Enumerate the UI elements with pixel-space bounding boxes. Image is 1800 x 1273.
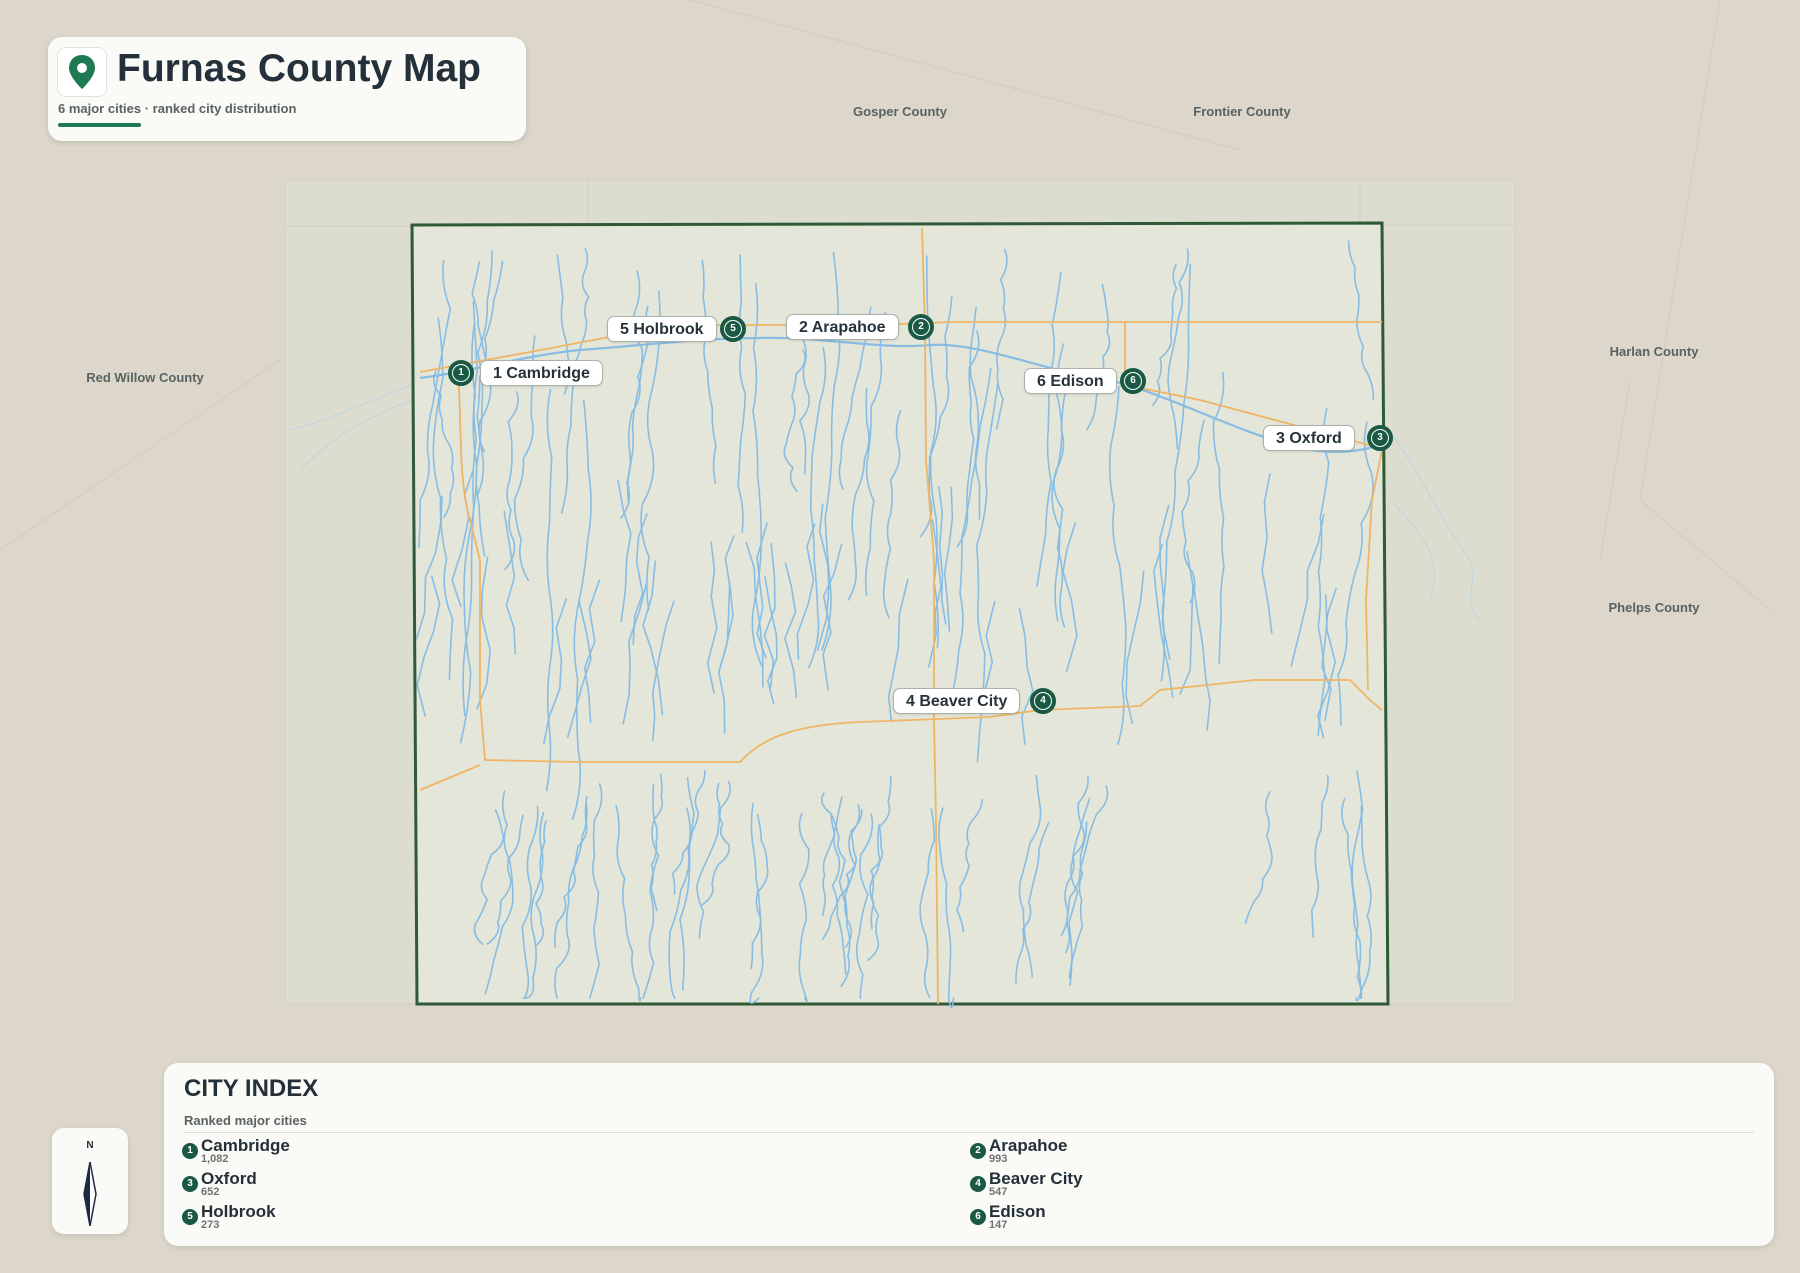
pin-icon-box: [57, 47, 107, 97]
neighbor-label-red-willow: Red Willow County: [86, 370, 204, 385]
city-label-beaver-city[interactable]: 4 Beaver City: [893, 688, 1021, 714]
city-marker-rank: 5: [724, 320, 742, 338]
city-marker-oxford[interactable]: 3: [1367, 425, 1393, 451]
index-rank-badge: 2: [970, 1143, 986, 1159]
city-marker-beaver-city[interactable]: 4: [1030, 688, 1056, 714]
city-marker-rank: 2: [912, 318, 930, 336]
city-label-cambridge[interactable]: 1 Cambridge: [480, 360, 603, 386]
city-marker-rank: 3: [1371, 429, 1389, 447]
neighbor-label-frontier: Frontier County: [1193, 104, 1291, 119]
city-marker-rank: 1: [452, 364, 470, 382]
neighbor-label-phelps: Phelps County: [1608, 600, 1700, 615]
city-marker-rank: 6: [1124, 372, 1142, 390]
index-rank-badge: 1: [182, 1143, 198, 1159]
compass-north-label: N: [86, 1140, 94, 1151]
city-marker-arapahoe[interactable]: 2: [908, 314, 934, 340]
city-index-title: CITY INDEX: [184, 1075, 319, 1102]
index-city-population: 1,082: [201, 1153, 229, 1165]
city-label-holbrook[interactable]: 5 Holbrook: [607, 316, 717, 342]
page-title: Furnas County Map: [117, 47, 482, 90]
city-label-oxford[interactable]: 3 Oxford: [1263, 425, 1355, 451]
city-label-edison[interactable]: 6 Edison: [1024, 368, 1117, 394]
north-arrow: N: [52, 1128, 128, 1234]
index-city-population: 547: [989, 1186, 1008, 1198]
title-underline: [58, 123, 141, 127]
index-city-population: 652: [201, 1186, 220, 1198]
city-marker-edison[interactable]: 6: [1120, 368, 1146, 394]
neighbor-label-gosper: Gosper County: [853, 104, 947, 119]
city-marker-holbrook[interactable]: 5: [720, 316, 746, 342]
index-rank-badge: 4: [970, 1176, 986, 1192]
city-index-panel: CITY INDEX Ranked major cities 1 Cambrid…: [164, 1063, 1774, 1246]
neighbor-label-harlan: Harlan County: [1609, 344, 1699, 359]
index-rank-badge: 5: [182, 1209, 198, 1225]
compass-needle-icon: [83, 1162, 97, 1226]
city-label-arapahoe[interactable]: 2 Arapahoe: [786, 314, 899, 340]
page-subtitle: 6 major cities · ranked city distributio…: [58, 101, 297, 116]
title-card: Furnas County Map 6 major cities · ranke…: [48, 37, 526, 141]
index-city-population: 993: [989, 1153, 1008, 1165]
index-city-population: 147: [989, 1219, 1008, 1231]
city-index-divider: [184, 1132, 1754, 1133]
index-city-population: 273: [201, 1219, 220, 1231]
city-marker-cambridge[interactable]: 1: [448, 360, 474, 386]
city-index-subtitle: Ranked major cities: [184, 1113, 307, 1128]
index-rank-badge: 3: [182, 1176, 198, 1192]
index-rank-badge: 6: [970, 1209, 986, 1225]
map-pin-icon: [69, 55, 95, 89]
city-marker-rank: 4: [1034, 692, 1052, 710]
